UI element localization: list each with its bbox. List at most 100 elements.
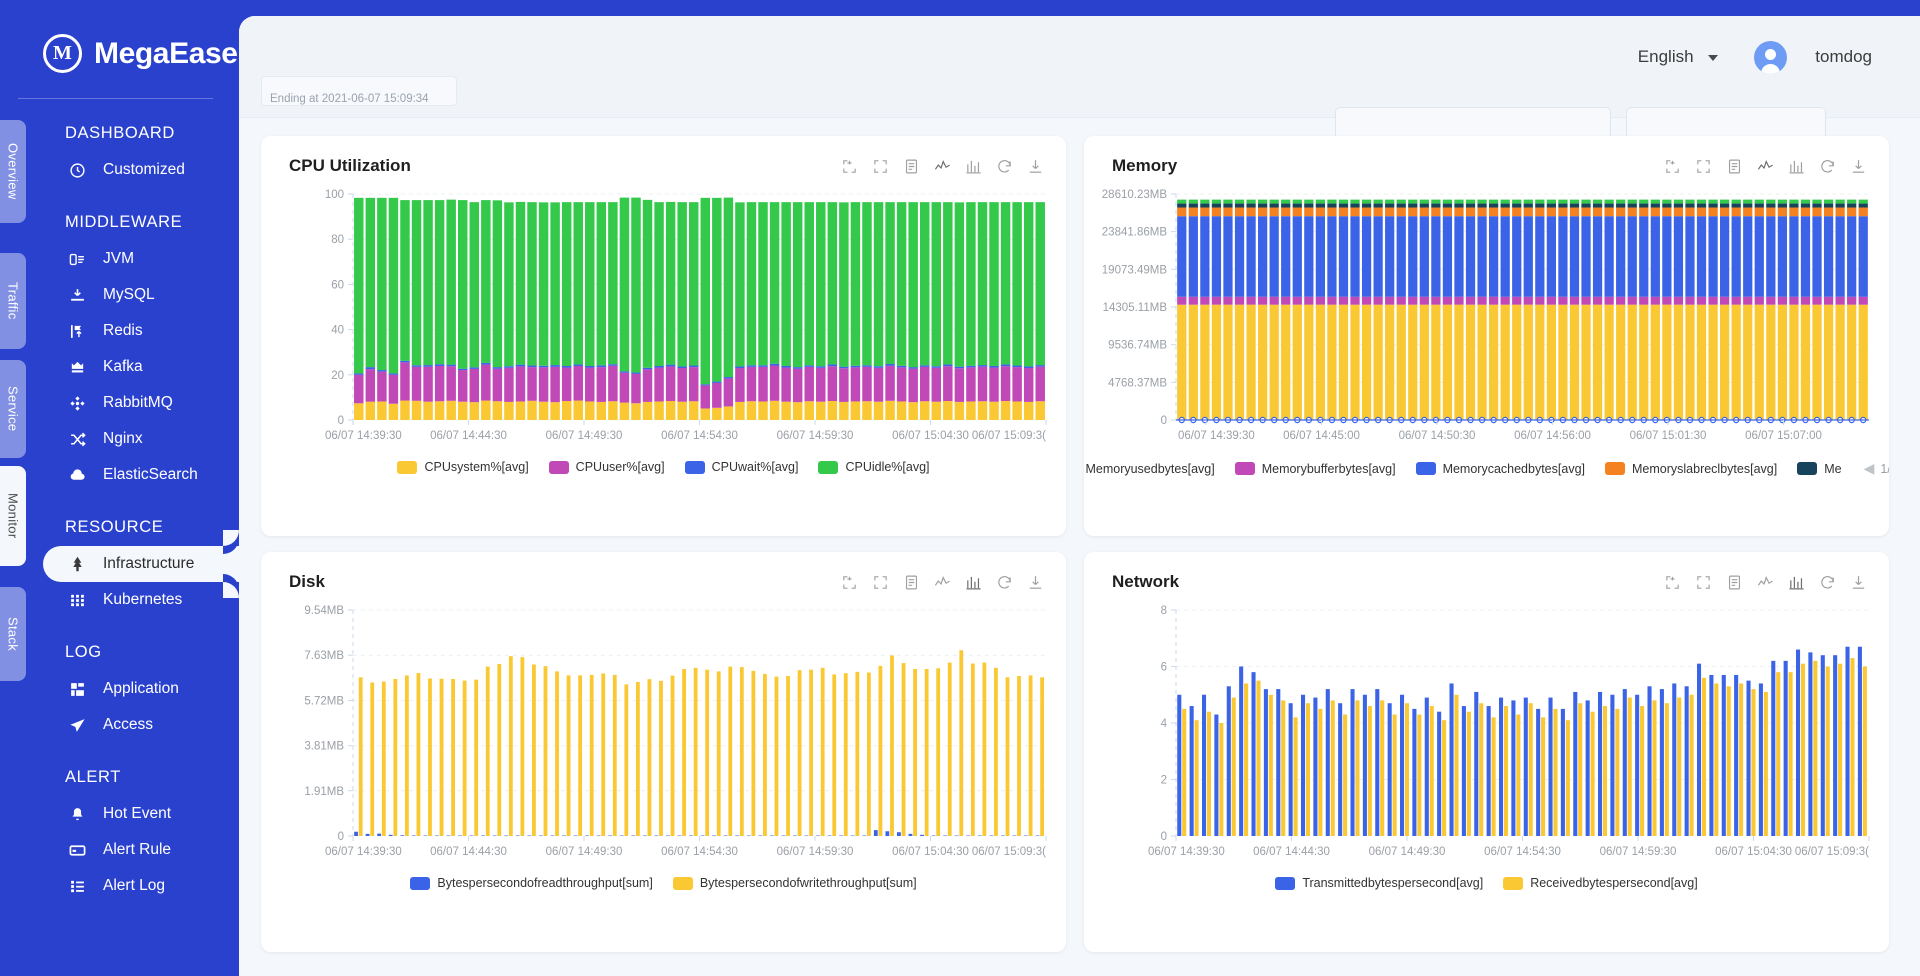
legend-item[interactable]: CPUuser%[avg] — [549, 460, 665, 474]
zoom-select-icon[interactable] — [1664, 574, 1681, 591]
legend-item[interactable]: Memoryusedbytes[avg] — [1084, 462, 1215, 476]
bar-chart-icon[interactable] — [965, 158, 982, 175]
sidebar-item-customized[interactable]: Customized — [49, 152, 239, 188]
legend-item[interactable]: CPUwait%[avg] — [685, 460, 799, 474]
rail-tab-monitor[interactable]: Monitor — [0, 466, 26, 566]
plot-area-network[interactable]: 0246806/07 14:39:3006/07 14:44:3006/07 1… — [1084, 598, 1889, 866]
line-chart-icon[interactable] — [934, 158, 951, 175]
sidebar-item-label: Alert Rule — [103, 841, 171, 859]
bar-chart-icon[interactable] — [1788, 574, 1805, 591]
sidebar-item-alert-rule[interactable]: Alert Rule — [49, 832, 239, 868]
legend-item[interactable]: CPUidle%[avg] — [818, 460, 929, 474]
legend-item[interactable]: CPUsystem%[avg] — [397, 460, 528, 474]
sidebar-item-redis[interactable]: Redis — [49, 313, 239, 349]
sidebar-item-mysql[interactable]: MySQL — [49, 277, 239, 313]
svg-text:06/07 15:07:00: 06/07 15:07:00 — [1745, 430, 1822, 442]
refresh-icon[interactable] — [996, 158, 1013, 175]
zoom-select-icon[interactable] — [841, 158, 858, 175]
language-selector[interactable]: English — [1638, 47, 1719, 67]
chart-card-network: Network 0246806/07 14:39:3006/07 14:44:30… — [1084, 552, 1889, 952]
sidebar-item-kafka[interactable]: Kafka — [49, 349, 239, 385]
zoom-restore-icon[interactable] — [1695, 158, 1712, 175]
legend-item[interactable]: Memorybufferbytes[avg] — [1235, 462, 1396, 476]
zoom-restore-icon[interactable] — [872, 158, 889, 175]
legend-prev-icon[interactable]: ◀ — [1864, 460, 1875, 477]
svg-text:5.72MB: 5.72MB — [304, 695, 344, 707]
legend-label: CPUsystem%[avg] — [424, 460, 528, 474]
brand-logo[interactable]: M MegaEase — [0, 0, 239, 73]
download-icon[interactable] — [1027, 574, 1044, 591]
sidebar-item-rabbitmq[interactable]: RabbitMQ — [49, 385, 239, 421]
data-view-icon[interactable] — [903, 574, 920, 591]
legend-item[interactable]: Memorycachedbytes[avg] — [1416, 462, 1585, 476]
chart-plot: 02040608010006/07 14:39:3006/07 14:44:30… — [261, 182, 1066, 450]
svg-text:0: 0 — [338, 415, 344, 427]
legend-swatch — [818, 461, 838, 474]
data-view-icon[interactable] — [903, 158, 920, 175]
sidebar-section-log: LOG — [0, 618, 239, 671]
sidebar-item-infrastructure[interactable]: Infrastructure — [43, 546, 239, 582]
svg-text:9536.74MB: 9536.74MB — [1108, 340, 1167, 352]
sidebar-item-application[interactable]: Application — [49, 671, 239, 707]
ending-at-text: Ending at 2021-06-07 15:09:34 — [261, 76, 457, 106]
download-icon[interactable] — [1027, 158, 1044, 175]
zoom-select-icon[interactable] — [841, 574, 858, 591]
legend-item[interactable]: Bytespersecondofreadthroughput[sum] — [410, 876, 652, 890]
sidebar-item-access[interactable]: Access — [49, 707, 239, 743]
sidebar-item-hot-event[interactable]: Hot Event — [49, 796, 239, 832]
legend-label: Bytespersecondofreadthroughput[sum] — [437, 876, 652, 890]
sidebar-item-elasticsearch[interactable]: ElasticSearch — [49, 457, 239, 493]
legend-item[interactable]: Memoryslabreclbytes[avg] — [1605, 462, 1777, 476]
legend-item[interactable]: Transmittedbytespersecond[avg] — [1275, 876, 1483, 890]
legend-label: Receivedbytespersecond[avg] — [1530, 876, 1697, 890]
download-icon[interactable] — [1850, 158, 1867, 175]
zoom-select-icon[interactable] — [1664, 158, 1681, 175]
user-avatar-icon[interactable] — [1754, 41, 1787, 74]
bell-icon — [65, 806, 89, 823]
svg-text:06/07 14:39:30: 06/07 14:39:30 — [1178, 430, 1255, 442]
bar-chart-icon[interactable] — [1788, 158, 1805, 175]
svg-text:06/07 15:01:30: 06/07 15:01:30 — [1630, 430, 1707, 442]
svg-text:14305.11MB: 14305.11MB — [1103, 302, 1168, 314]
plot-area-cpu[interactable]: 02040608010006/07 14:39:3006/07 14:44:30… — [261, 182, 1066, 450]
avatar-head — [1765, 49, 1776, 60]
svg-text:06/07 15:09:3(: 06/07 15:09:3( — [1795, 846, 1869, 858]
legend-label: Memoryslabreclbytes[avg] — [1632, 462, 1777, 476]
line-chart-icon[interactable] — [934, 574, 951, 591]
rail-tab-service[interactable]: Service — [0, 360, 26, 458]
data-view-icon[interactable] — [1726, 158, 1743, 175]
svg-text:1.91MB: 1.91MB — [304, 786, 344, 798]
bar-chart-icon[interactable] — [965, 574, 982, 591]
rail-tab-stack[interactable]: Stack — [0, 587, 26, 681]
rail-tab-overview[interactable]: Overview — [0, 120, 26, 223]
legend-pager[interactable]: ◀1/2▶ — [1864, 460, 1889, 477]
svg-text:3.81MB: 3.81MB — [304, 741, 344, 753]
plot-area-disk[interactable]: 01.91MB3.81MB5.72MB7.63MB9.54MB06/07 14:… — [261, 598, 1066, 866]
legend-label: CPUuser%[avg] — [576, 460, 665, 474]
data-view-icon[interactable] — [1726, 574, 1743, 591]
legend-swatch — [410, 877, 430, 890]
sidebar-item-kubernetes[interactable]: Kubernetes — [49, 582, 239, 618]
refresh-icon[interactable] — [1819, 158, 1836, 175]
sidebar-item-alert-log[interactable]: Alert Log — [49, 868, 239, 904]
refresh-icon[interactable] — [1819, 574, 1836, 591]
legend-item[interactable]: Me — [1797, 462, 1841, 476]
line-chart-icon[interactable] — [1757, 574, 1774, 591]
legend-page-label: 1/2 — [1880, 462, 1889, 476]
legend-item[interactable]: Bytespersecondofwritethroughput[sum] — [673, 876, 917, 890]
plot-area-memory[interactable]: 04768.37MB9536.74MB14305.11MB19073.49MB2… — [1084, 182, 1889, 450]
rail-tab-traffic[interactable]: Traffic — [0, 253, 26, 349]
download-icon[interactable] — [1850, 574, 1867, 591]
legend-item[interactable]: Receivedbytespersecond[avg] — [1503, 876, 1697, 890]
sidebar-item-nginx[interactable]: Nginx — [49, 421, 239, 457]
line-chart-icon[interactable] — [1757, 158, 1774, 175]
sidebar-item-label: ElasticSearch — [103, 466, 198, 484]
svg-text:06/07 14:59:30: 06/07 14:59:30 — [777, 846, 854, 858]
zoom-restore-icon[interactable] — [1695, 574, 1712, 591]
chart-title: Network — [1112, 572, 1179, 592]
zoom-restore-icon[interactable] — [872, 574, 889, 591]
sidebar-item-jvm[interactable]: JVM — [49, 241, 239, 277]
chart-card-cpu: CPU Utilization02040608010006/07 14:39:3… — [261, 136, 1066, 536]
refresh-icon[interactable] — [996, 574, 1013, 591]
svg-text:06/07 14:39:30: 06/07 14:39:30 — [325, 846, 402, 858]
